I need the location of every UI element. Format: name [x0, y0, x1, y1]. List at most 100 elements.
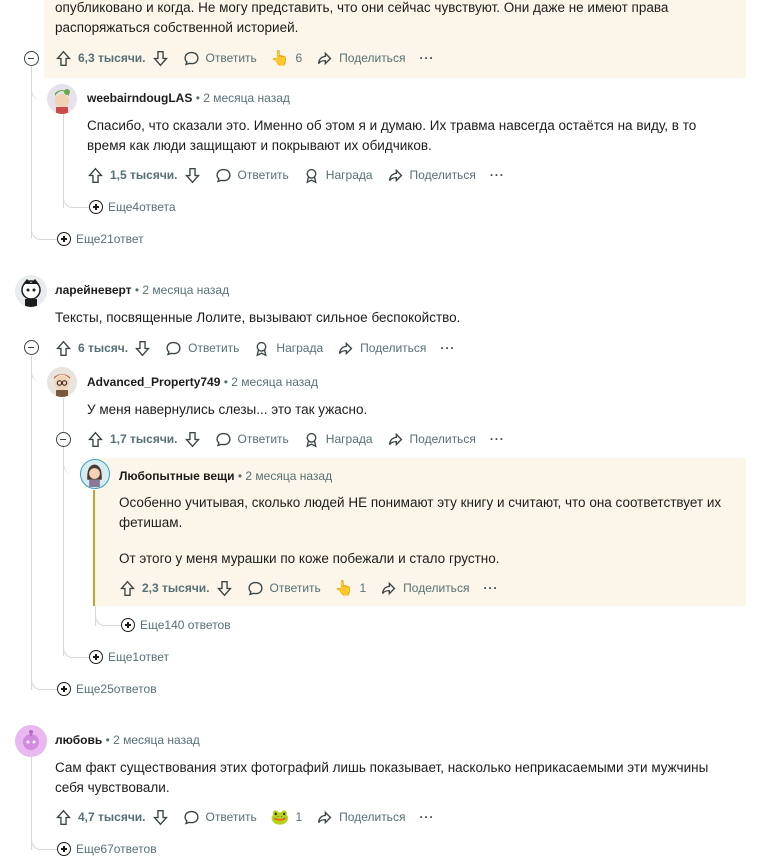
comment-text: Сам факт существования этих фотографий л… — [55, 760, 709, 795]
comment-author[interactable]: Любопытные вещи • 2 месяца назад — [119, 469, 332, 483]
plus-icon — [121, 618, 135, 632]
comment-text: От этого у меня мурашки по коже побежали… — [119, 551, 500, 566]
comment-time: • 2 месяца назад — [237, 469, 333, 483]
plus-icon — [89, 650, 103, 664]
comment-actions: 1,7 тысячи. Ответить Награда Поделиться … — [87, 426, 505, 452]
vote-group: 1,7 тысячи. — [87, 431, 201, 448]
upvote-icon[interactable] — [119, 580, 136, 597]
collapse-toggle[interactable] — [24, 51, 39, 66]
share-button[interactable]: Поделиться — [387, 167, 476, 184]
upvote-icon[interactable] — [55, 50, 72, 67]
more-replies-link[interactable]: Еще21ответ — [57, 232, 144, 246]
more-options-button[interactable]: ··· — [419, 810, 434, 824]
award-button[interactable]: Награда — [303, 431, 373, 448]
plus-icon — [57, 682, 71, 696]
downvote-icon[interactable] — [134, 340, 151, 357]
comment-text: У меня навернулись слезы... это так ужас… — [87, 402, 368, 417]
thread-elbow — [31, 672, 57, 690]
comment-time: • 2 месяца назад — [105, 733, 200, 747]
vote-count: 6,3 тысячи. — [78, 51, 146, 65]
comment-author[interactable]: любовь • 2 месяца назад — [55, 733, 200, 747]
share-button[interactable]: Поделиться — [316, 50, 405, 67]
award-hand-icon: 👆 — [334, 580, 354, 597]
award-frog-icon: 🐸 — [270, 809, 290, 826]
share-button[interactable]: Поделиться — [387, 431, 476, 448]
plus-icon — [57, 232, 71, 246]
avatar[interactable] — [15, 725, 47, 757]
reply-icon — [183, 809, 200, 826]
more-replies-link[interactable]: Еще67ответов — [57, 842, 157, 856]
award-button[interactable]: 👆 1 — [335, 579, 366, 597]
vote-count: 4,7 тысячи. — [78, 810, 146, 824]
share-button[interactable]: Поделиться — [380, 580, 469, 597]
avatar-icon — [87, 464, 102, 487]
thread-elbow — [31, 222, 57, 240]
reply-icon — [247, 580, 264, 597]
reply-button[interactable]: Ответить — [215, 431, 289, 448]
reply-button[interactable]: Ответить — [183, 50, 257, 67]
award-button[interactable]: 👆 6 — [271, 49, 302, 67]
avatar[interactable] — [15, 275, 47, 307]
reply-icon — [215, 431, 232, 448]
comment-time: • 2 месяца назад — [195, 91, 290, 105]
award-button[interactable]: Награда — [253, 340, 323, 357]
more-replies-link[interactable]: Еще140 ответов — [121, 618, 231, 632]
share-icon — [380, 580, 397, 597]
upvote-icon[interactable] — [55, 809, 72, 826]
comment-text: Спасибо, что сказали это. Именно об этом… — [87, 118, 697, 153]
comment-author[interactable]: weebairndougLAS • 2 месяца назад — [87, 91, 290, 105]
vote-count: 1,7 тысячи. — [110, 432, 178, 446]
reply-button[interactable]: Ответить — [215, 167, 289, 184]
avatar[interactable] — [80, 459, 110, 489]
more-replies-link[interactable]: Еще4ответа — [89, 200, 176, 214]
downvote-icon[interactable] — [152, 809, 169, 826]
downvote-icon[interactable] — [184, 167, 201, 184]
upvote-icon[interactable] — [87, 167, 104, 184]
downvote-icon[interactable] — [152, 50, 169, 67]
more-options-button[interactable]: ··· — [419, 51, 434, 65]
more-options-button[interactable]: ··· — [490, 168, 505, 182]
vote-count: 6 тысяч. — [78, 341, 129, 355]
avatar-icon — [54, 374, 70, 397]
avatar[interactable] — [47, 367, 77, 397]
upvote-icon[interactable] — [55, 340, 72, 357]
reply-icon — [215, 167, 232, 184]
collapse-toggle[interactable] — [24, 340, 39, 355]
award-button[interactable]: 🐸 1 — [271, 808, 302, 826]
comment-actions: 6 тысяч. Ответить Награда Поделиться ··· — [55, 335, 455, 361]
more-options-button[interactable]: ··· — [490, 432, 505, 446]
share-icon — [337, 340, 354, 357]
more-options-button[interactable]: ··· — [483, 581, 498, 595]
comment-author[interactable]: Advanced_Property749 • 2 месяца назад — [87, 375, 318, 389]
avatar-icon — [23, 730, 39, 750]
downvote-icon[interactable] — [184, 431, 201, 448]
thread-elbow — [63, 460, 80, 474]
upvote-icon[interactable] — [87, 431, 104, 448]
more-replies-link[interactable]: Еще1ответ — [89, 650, 169, 664]
share-icon — [387, 431, 404, 448]
vote-group: 6,3 тысячи. — [55, 50, 169, 67]
plus-icon — [89, 200, 103, 214]
award-button[interactable]: Награда — [303, 167, 373, 184]
more-options-button[interactable]: ··· — [440, 341, 455, 355]
share-button[interactable]: Поделиться — [316, 809, 405, 826]
comment-actions: 4,7 тысячи. Ответить 🐸 1 Поделиться ··· — [55, 804, 434, 830]
award-hand-icon: 👆 — [270, 50, 290, 67]
more-replies-link[interactable]: Еще25ответов — [57, 682, 157, 696]
vote-group: 4,7 тысячи. — [55, 809, 169, 826]
comment-text: Особенно учитывая, сколько людей НЕ пони… — [119, 495, 722, 530]
reply-button[interactable]: Ответить — [165, 340, 239, 357]
thread-elbow — [31, 832, 57, 850]
downvote-icon[interactable] — [216, 580, 233, 597]
collapse-toggle[interactable] — [56, 432, 71, 447]
award-icon — [303, 167, 320, 184]
reply-button[interactable]: Ответить — [183, 809, 257, 826]
reply-button[interactable]: Ответить — [247, 580, 321, 597]
comment-author[interactable]: ларейневерт • 2 месяца назад — [55, 283, 229, 297]
vote-count: 1,5 тысячи. — [110, 168, 178, 182]
avatar[interactable] — [47, 84, 77, 114]
thread-elbow — [63, 640, 89, 658]
comment-text: опубликовано и когда. Не могу представит… — [55, 0, 669, 35]
share-button[interactable]: Поделиться — [337, 340, 426, 357]
plus-icon — [57, 842, 71, 856]
